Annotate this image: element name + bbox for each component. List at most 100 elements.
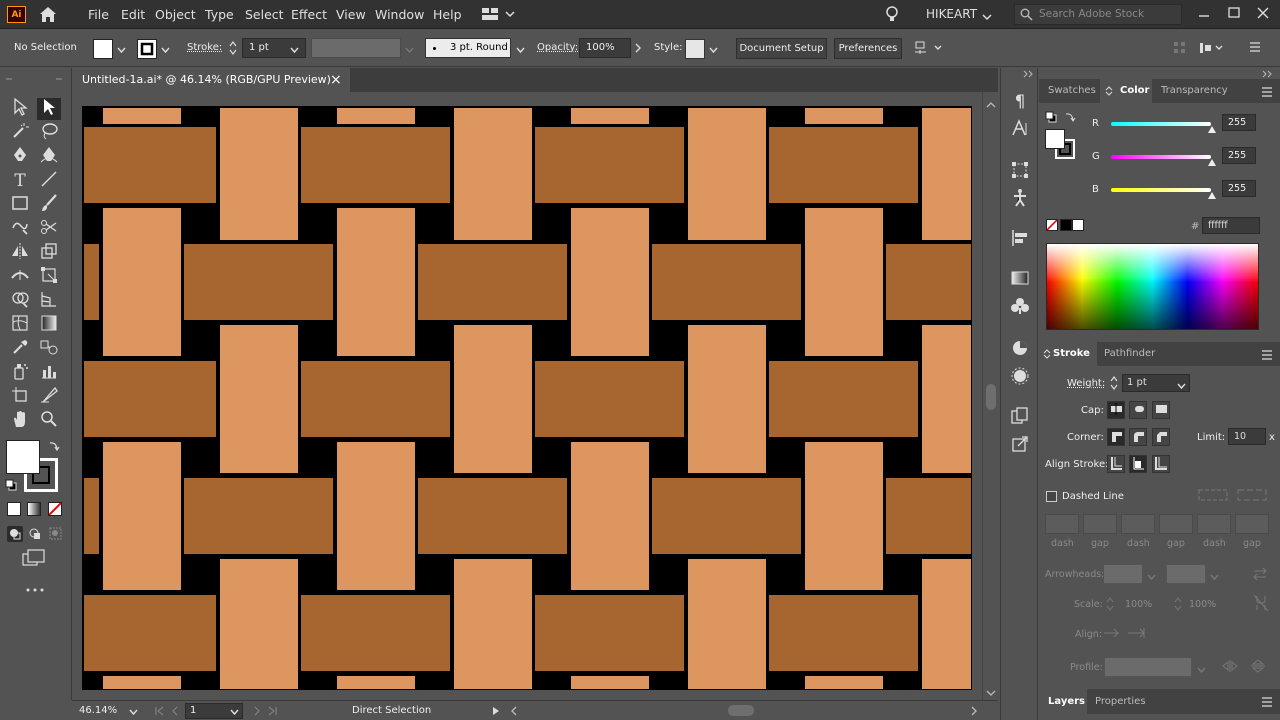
woven-strip-dark[interactable] bbox=[300, 594, 451, 672]
woven-strip-light[interactable] bbox=[570, 107, 650, 125]
woven-strip-light[interactable] bbox=[921, 558, 971, 689]
last-artboard-icon[interactable] bbox=[268, 706, 278, 719]
hex-field[interactable]: ffffff bbox=[1202, 217, 1260, 234]
stroke-label[interactable]: Stroke: bbox=[187, 42, 222, 53]
hand-tool-icon[interactable] bbox=[8, 410, 32, 432]
swap-arrowheads-icon[interactable] bbox=[1252, 567, 1268, 584]
woven-strip-light[interactable] bbox=[102, 107, 182, 125]
more-tools-icon[interactable] bbox=[25, 583, 45, 596]
woven-strip-light[interactable] bbox=[219, 558, 299, 689]
woven-strip-light[interactable] bbox=[102, 441, 182, 591]
close-icon[interactable] bbox=[1256, 6, 1270, 20]
woven-strip-light[interactable] bbox=[921, 107, 971, 241]
round-cap-button[interactable] bbox=[1129, 401, 1147, 419]
woven-strip-light[interactable] bbox=[687, 107, 767, 241]
stroke-stepper-icon[interactable] bbox=[228, 40, 238, 59]
preferences-button[interactable]: Preferences bbox=[834, 38, 902, 59]
woven-strip-light[interactable] bbox=[804, 207, 884, 357]
document-setup-button[interactable]: Document Setup bbox=[736, 38, 827, 59]
transform-icon[interactable] bbox=[1010, 160, 1030, 180]
selection-tool-icon[interactable] bbox=[8, 97, 32, 120]
r-slider[interactable] bbox=[1111, 122, 1211, 126]
default-colors-icon[interactable] bbox=[1045, 111, 1057, 126]
scissors-tool-icon[interactable] bbox=[37, 218, 61, 240]
align-inside-button[interactable] bbox=[1129, 455, 1147, 473]
woven-strip-light[interactable] bbox=[336, 441, 416, 591]
woven-strip-light[interactable] bbox=[102, 675, 182, 689]
tab-pathfinder[interactable]: Pathfinder bbox=[1098, 342, 1164, 366]
maximize-icon[interactable] bbox=[1227, 6, 1241, 20]
tab-sort-icon[interactable] bbox=[1043, 349, 1051, 362]
color-spectrum[interactable] bbox=[1046, 243, 1259, 330]
artboards-icon[interactable] bbox=[1010, 406, 1030, 426]
woven-strip-dark[interactable] bbox=[300, 360, 451, 438]
woven-strip-dark[interactable] bbox=[183, 243, 334, 321]
workspace-switcher[interactable]: HIKEART bbox=[926, 0, 977, 29]
gradient-tool-icon[interactable] bbox=[37, 314, 61, 336]
b-value-field[interactable]: 255 bbox=[1222, 180, 1256, 197]
perspective-grid-tool-icon[interactable] bbox=[37, 290, 61, 312]
woven-strip-dark[interactable] bbox=[417, 243, 568, 321]
scroll-left-icon[interactable] bbox=[510, 706, 518, 719]
weight-label[interactable]: Weight: bbox=[1067, 378, 1105, 389]
g-slider[interactable] bbox=[1111, 155, 1211, 159]
woven-strip-light[interactable] bbox=[804, 675, 884, 689]
woven-strip-dark[interactable] bbox=[885, 477, 971, 555]
end-scale-stepper-icon[interactable] bbox=[1173, 596, 1183, 615]
dash-preserve-icon[interactable] bbox=[1198, 488, 1228, 505]
limit-field[interactable]: 10 bbox=[1228, 428, 1266, 445]
gradient-mode-icon[interactable] bbox=[27, 502, 41, 516]
chevron-down-icon[interactable] bbox=[982, 11, 992, 21]
panel-menu-icon[interactable] bbox=[1261, 87, 1273, 100]
tab-properties[interactable]: Properties bbox=[1095, 689, 1165, 714]
scroll-down-icon[interactable] bbox=[986, 687, 996, 700]
woven-strip-light[interactable] bbox=[804, 441, 884, 591]
horizontal-scroll-thumb[interactable] bbox=[728, 705, 754, 716]
graphic-styles-icon[interactable] bbox=[1010, 366, 1030, 386]
chevron-down-icon[interactable] bbox=[1177, 380, 1186, 393]
paragraph-icon[interactable]: ¶ bbox=[1010, 92, 1030, 112]
artboard-tool-icon[interactable] bbox=[8, 386, 32, 408]
weight-stepper-icon[interactable] bbox=[1109, 375, 1119, 394]
woven-strip-dark[interactable] bbox=[768, 360, 919, 438]
woven-strip-light[interactable] bbox=[804, 107, 884, 125]
gap-field-2[interactable] bbox=[1159, 514, 1193, 534]
stock-search[interactable]: Search Adobe Stock bbox=[1014, 4, 1182, 25]
g-value-field[interactable]: 255 bbox=[1222, 147, 1256, 164]
none-mode-icon[interactable] bbox=[48, 502, 62, 516]
tab-layers[interactable]: Layers bbox=[1039, 689, 1087, 714]
slice-tool-icon[interactable] bbox=[37, 386, 61, 408]
screen-mode-icon[interactable] bbox=[22, 549, 46, 570]
woven-strip-dark[interactable] bbox=[534, 126, 685, 204]
dash-field-2[interactable] bbox=[1121, 514, 1155, 534]
menu-effect[interactable]: Effect bbox=[291, 0, 327, 29]
swap-colors-icon[interactable] bbox=[1064, 111, 1076, 126]
start-scale-value[interactable]: 100% bbox=[1125, 599, 1152, 610]
direct-selection-tool-icon[interactable] bbox=[37, 98, 61, 120]
minimize-icon[interactable] bbox=[1197, 6, 1211, 20]
panel-menu-icon[interactable] bbox=[1249, 42, 1261, 55]
artboard[interactable] bbox=[82, 106, 972, 690]
rectangle-tool-icon[interactable] bbox=[8, 194, 32, 216]
prev-artboard-icon[interactable] bbox=[170, 706, 180, 719]
line-segment-tool-icon[interactable] bbox=[37, 170, 61, 192]
arrow-tip-place-icon[interactable] bbox=[1127, 625, 1147, 644]
woven-strip-light[interactable] bbox=[102, 207, 182, 357]
panel-fill-box[interactable] bbox=[1045, 129, 1065, 149]
brush-definition[interactable]: 3 pt. Round bbox=[425, 38, 511, 58]
link-scale-icon[interactable] bbox=[1253, 594, 1269, 615]
align-center-button[interactable] bbox=[1107, 455, 1125, 473]
graphic-style-swatch[interactable] bbox=[685, 39, 705, 59]
woven-strip-light[interactable] bbox=[570, 207, 650, 357]
column-graph-tool-icon[interactable] bbox=[37, 362, 61, 384]
scroll-thumb[interactable] bbox=[986, 384, 996, 410]
shaper-tool-icon[interactable] bbox=[8, 218, 32, 240]
woven-strip-light[interactable] bbox=[453, 324, 533, 474]
chevron-right-icon[interactable] bbox=[635, 43, 642, 56]
chevron-down-icon[interactable] bbox=[129, 708, 138, 719]
asset-export-icon[interactable] bbox=[1010, 434, 1030, 454]
puppet-warp-icon[interactable] bbox=[1010, 188, 1030, 208]
woven-strip-dark[interactable] bbox=[417, 477, 568, 555]
chevron-down-icon[interactable] bbox=[405, 44, 414, 57]
width-tool-icon[interactable] bbox=[8, 266, 32, 288]
